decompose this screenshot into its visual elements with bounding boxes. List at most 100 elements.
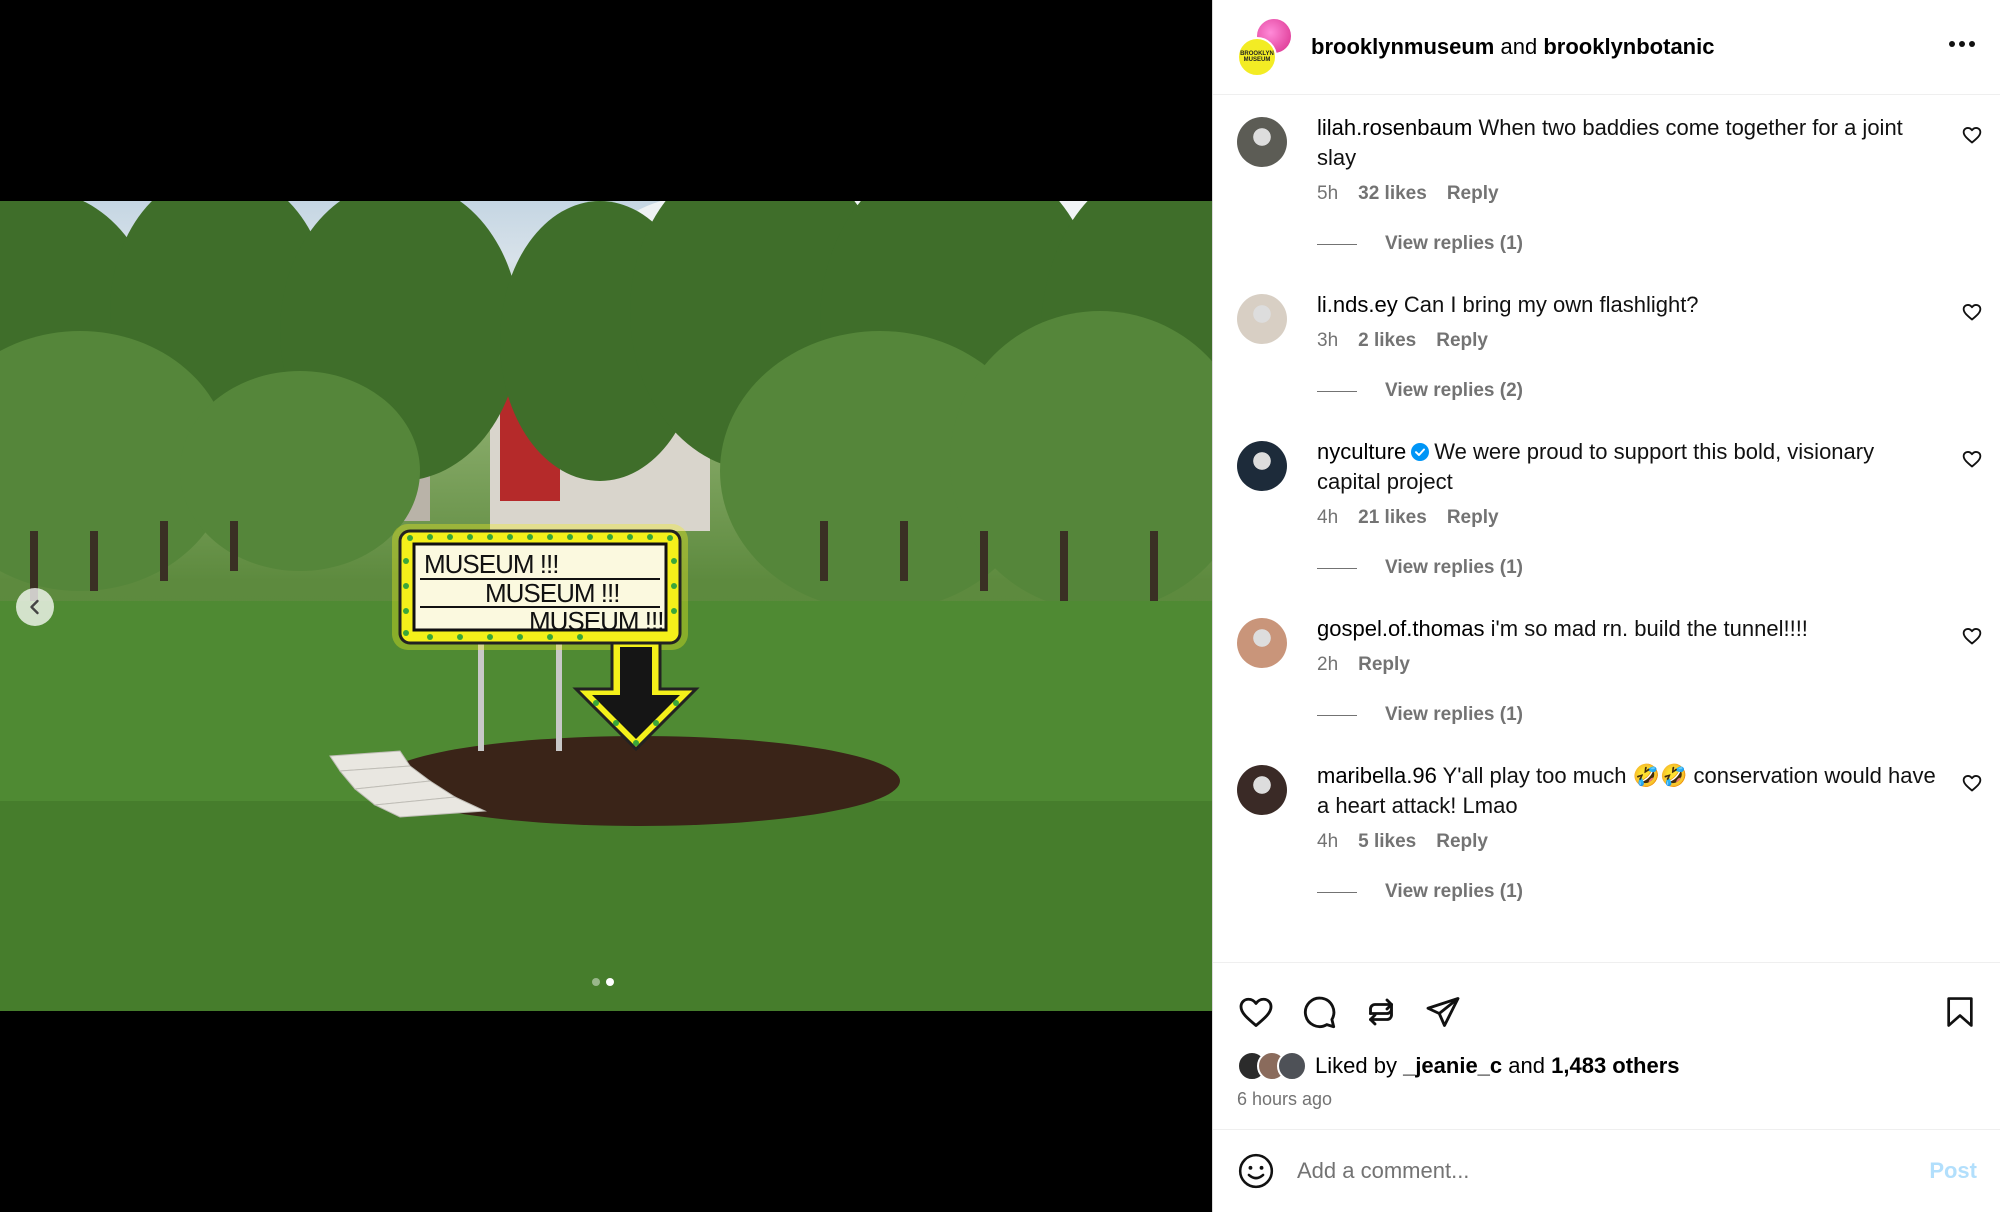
comment-time[interactable]: 3h	[1317, 330, 1338, 352]
brooklynmuseum-avatar: BROOKLYN MUSEUM	[1237, 37, 1277, 77]
comment-input[interactable]	[1297, 1158, 1930, 1184]
post-sidebar: BROOKLYN MUSEUM brooklynmuseum and brook…	[1212, 0, 2000, 1212]
carousel-indicator	[592, 978, 614, 986]
previous-slide-button[interactable]	[16, 588, 54, 626]
commenter-avatar[interactable]	[1237, 765, 1287, 815]
comment-likes[interactable]: 32 likes	[1358, 183, 1427, 205]
heart-icon	[1962, 628, 1982, 645]
author-joiner: and	[1500, 34, 1538, 59]
heart-icon	[1962, 775, 1982, 792]
liker-avatars[interactable]	[1237, 1051, 1307, 1081]
post-comment-button[interactable]: Post	[1929, 1158, 1977, 1184]
emoji-button[interactable]	[1237, 1152, 1275, 1190]
comment-likes[interactable]: 21 likes	[1358, 507, 1427, 529]
commenter-avatar[interactable]	[1237, 117, 1287, 167]
comment-reply-button[interactable]: Reply	[1447, 507, 1499, 529]
chevron-left-icon	[30, 599, 39, 615]
replies-divider	[1317, 390, 1357, 392]
comment-item: gospel.of.thomas i'm so mad rn. build th…	[1213, 614, 2000, 726]
comment-like-button[interactable]	[1962, 626, 1982, 651]
bookmark-icon	[1947, 997, 1973, 1027]
comment-body: maribella.96 Y'all play too much 🤣🤣 cons…	[1317, 761, 1976, 821]
heart-icon	[1962, 451, 1982, 468]
comment-item: nyculture We were proud to support this b…	[1213, 437, 2000, 579]
comment-likes[interactable]: 2 likes	[1358, 330, 1416, 352]
like-button[interactable]	[1237, 994, 1275, 1030]
post-authors: brooklynmuseum and brooklynbotanic	[1311, 34, 1948, 60]
post-timestamp[interactable]: 6 hours ago	[1213, 1081, 2000, 1110]
comment-reply-button[interactable]: Reply	[1358, 654, 1410, 676]
save-button[interactable]	[1943, 994, 1977, 1030]
comment-meta: 2h Reply	[1317, 654, 1976, 676]
comment-item: maribella.96 Y'all play too much 🤣🤣 cons…	[1213, 761, 2000, 903]
comment-meta: 5h 32 likes Reply	[1317, 183, 1976, 205]
heart-icon	[1962, 127, 1982, 144]
repost-button[interactable]	[1363, 994, 1399, 1030]
comment-meta: 3h 2 likes Reply	[1317, 330, 1976, 352]
comment-time[interactable]: 4h	[1317, 507, 1338, 529]
comment-item: li.nds.ey Can I bring my own flashlight?…	[1213, 290, 2000, 402]
post-actions: Liked by _jeanie_c and 1,483 others 6 ho…	[1213, 962, 2000, 1110]
comment-username[interactable]: nyculture	[1317, 439, 1406, 464]
comment-username[interactable]: lilah.rosenbaum	[1317, 115, 1472, 140]
comment-text: i'm so mad rn. build the tunnel!!!!	[1490, 616, 1808, 641]
author-link-1[interactable]: brooklynmuseum	[1311, 34, 1494, 59]
view-replies-button[interactable]: View replies (1)	[1317, 881, 1976, 903]
sign-line-2: MUSEUM !!!	[485, 578, 619, 608]
heart-icon	[1239, 997, 1273, 1027]
comment-like-button[interactable]	[1962, 449, 1982, 474]
view-replies-label: View replies (1)	[1385, 557, 1523, 578]
comment-text: Can I bring my own flashlight?	[1403, 292, 1699, 317]
comment-likes[interactable]: 5 likes	[1358, 831, 1416, 853]
comment-reply-button[interactable]: Reply	[1436, 330, 1488, 352]
likes-count[interactable]: 1,483 others	[1551, 1053, 1679, 1079]
comment-body: li.nds.ey Can I bring my own flashlight?	[1317, 290, 1976, 320]
replies-divider	[1317, 243, 1357, 245]
smiley-icon	[1238, 1153, 1274, 1189]
commenter-avatar[interactable]	[1237, 294, 1287, 344]
comment-username[interactable]: gospel.of.thomas	[1317, 616, 1485, 641]
commenter-avatar[interactable]	[1237, 618, 1287, 668]
post-media-viewer: MUSEUM !!! MUSEUM !!! MUSEUM !!!	[0, 0, 1212, 1212]
comment-body: gospel.of.thomas i'm so mad rn. build th…	[1317, 614, 1976, 644]
comment-time[interactable]: 4h	[1317, 831, 1338, 853]
comment-meta: 4h 5 likes Reply	[1317, 831, 1976, 853]
comment-reply-button[interactable]: Reply	[1436, 831, 1488, 853]
sign-line-3: MUSEUM !!!	[529, 606, 663, 636]
comment-like-button[interactable]	[1962, 125, 1982, 150]
comment-like-button[interactable]	[1962, 773, 1982, 798]
view-replies-button[interactable]: View replies (1)	[1317, 557, 1976, 579]
sign-line-1: MUSEUM !!!	[424, 549, 558, 579]
carousel-dot	[592, 978, 600, 986]
view-replies-button[interactable]: View replies (1)	[1317, 233, 1976, 255]
ellipsis-icon	[1949, 41, 1975, 47]
view-replies-label: View replies (1)	[1385, 233, 1523, 254]
comment-time[interactable]: 2h	[1317, 654, 1338, 676]
repost-icon	[1369, 998, 1393, 1026]
view-replies-button[interactable]: View replies (2)	[1317, 380, 1976, 402]
view-replies-label: View replies (2)	[1385, 380, 1523, 401]
likes-summary: Liked by _jeanie_c and 1,483 others	[1213, 1041, 2000, 1081]
comment-username[interactable]: li.nds.ey	[1317, 292, 1398, 317]
comment-username[interactable]: maribella.96	[1317, 763, 1437, 788]
share-button[interactable]	[1424, 994, 1462, 1030]
sign-post	[478, 641, 484, 751]
author-link-2[interactable]: brooklynbotanic	[1543, 34, 1714, 59]
comment-bubble-icon	[1303, 996, 1336, 1029]
view-replies-label: View replies (1)	[1385, 881, 1523, 902]
replies-divider	[1317, 567, 1357, 569]
liked-by-user[interactable]: _jeanie_c	[1403, 1053, 1502, 1079]
view-replies-button[interactable]: View replies (1)	[1317, 704, 1976, 726]
photo-scene: MUSEUM !!! MUSEUM !!! MUSEUM !!!	[0, 201, 1212, 1011]
liked-by-joiner: and	[1508, 1053, 1545, 1078]
liker-avatar	[1277, 1051, 1307, 1081]
comment-like-button[interactable]	[1962, 302, 1982, 327]
collab-avatar[interactable]: BROOKLYN MUSEUM	[1237, 17, 1293, 77]
comment-reply-button[interactable]: Reply	[1447, 183, 1499, 205]
sign-post	[556, 641, 562, 751]
comment-time[interactable]: 5h	[1317, 183, 1338, 205]
comments-list[interactable]: lilah.rosenbaum When two baddies come to…	[1213, 95, 2000, 963]
commenter-avatar[interactable]	[1237, 441, 1287, 491]
comment-button[interactable]	[1300, 994, 1338, 1030]
more-options-button[interactable]	[1948, 34, 1976, 60]
